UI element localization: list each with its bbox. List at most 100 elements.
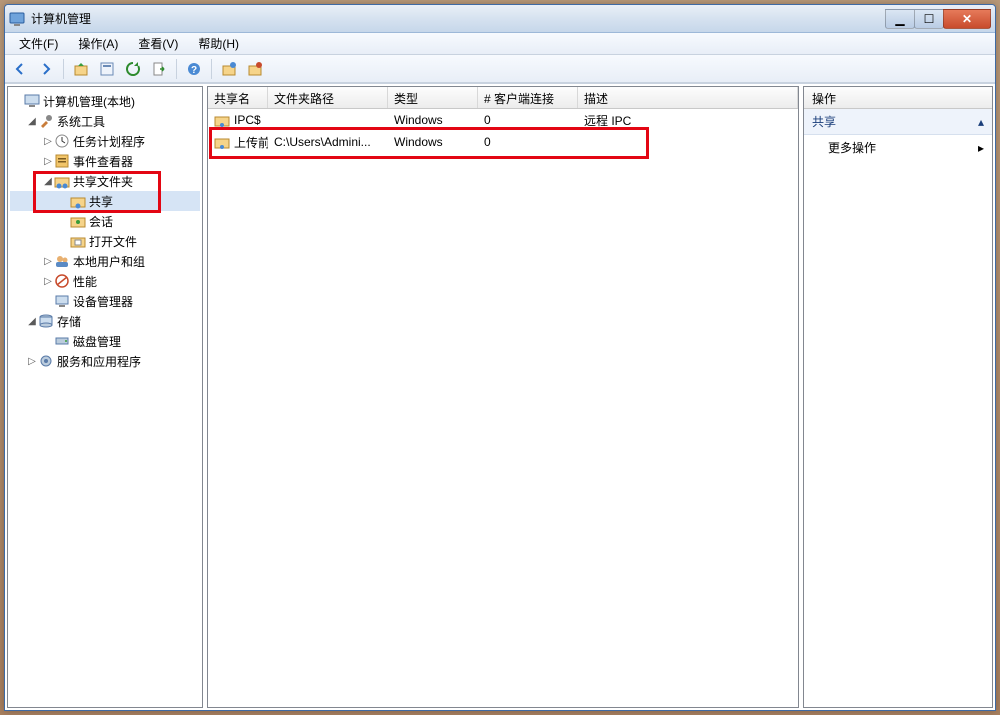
shared-folder-icon: [54, 173, 70, 189]
cell-folder-path: C:\Users\Admini...: [268, 132, 388, 152]
col-desc[interactable]: 描述: [578, 87, 798, 108]
export-button[interactable]: [148, 58, 170, 80]
cell-desc: 远程 IPC: [578, 109, 798, 132]
twisty-closed-icon[interactable]: ▷: [42, 156, 54, 167]
share-item-icon: [214, 134, 230, 150]
cell-type: Windows: [388, 110, 478, 130]
twisty-closed-icon[interactable]: ▷: [42, 136, 54, 147]
menu-file[interactable]: 文件(F): [11, 33, 66, 54]
back-button[interactable]: [9, 58, 31, 80]
tree-share[interactable]: 共享: [10, 191, 200, 211]
maximize-button[interactable]: [914, 9, 944, 29]
tree-local-users[interactable]: ▷ 本地用户和组: [10, 251, 200, 271]
content-body: 计算机管理(本地) ◢ 系统工具 ▷ 任务计划程序 ▷ 事件查看器: [5, 83, 995, 710]
tree-label: 任务计划程序: [73, 133, 145, 150]
menu-help[interactable]: 帮助(H): [190, 33, 247, 54]
col-type[interactable]: 类型: [388, 87, 478, 108]
tree-label: 本地用户和组: [73, 253, 145, 270]
tree-label: 性能: [73, 273, 97, 290]
new-share-button[interactable]: [218, 58, 240, 80]
tree-pane: 计算机管理(本地) ◢ 系统工具 ▷ 任务计划程序 ▷ 事件查看器: [7, 86, 203, 708]
console-tree[interactable]: 计算机管理(本地) ◢ 系统工具 ▷ 任务计划程序 ▷ 事件查看器: [8, 87, 202, 707]
services-icon: [38, 353, 54, 369]
tree-root[interactable]: 计算机管理(本地): [10, 91, 200, 111]
tree-label: 计算机管理(本地): [43, 93, 135, 110]
menu-view[interactable]: 查看(V): [130, 33, 186, 54]
cell-share-name: 上传前: [208, 131, 268, 154]
tree-disk-management[interactable]: 磁盘管理: [10, 331, 200, 351]
forward-button[interactable]: [35, 58, 57, 80]
window: 计算机管理 文件(F) 操作(A) 查看(V) 帮助(H) ?: [4, 4, 996, 711]
help-button[interactable]: ?: [183, 58, 205, 80]
tree-services-apps[interactable]: ▷ 服务和应用程序: [10, 351, 200, 371]
list-row[interactable]: 上传前 C:\Users\Admini... Windows 0: [208, 131, 798, 153]
twisty-closed-icon[interactable]: ▷: [26, 356, 38, 367]
actions-group-header[interactable]: 共享 ▴: [804, 109, 992, 135]
stop-share-button[interactable]: [244, 58, 266, 80]
tree-shared-folders[interactable]: ◢ 共享文件夹: [10, 171, 200, 191]
tools-icon: [38, 113, 54, 129]
tree-label: 共享: [89, 193, 113, 210]
computer-icon: [24, 93, 40, 109]
performance-icon: [54, 273, 70, 289]
tree-task-scheduler[interactable]: ▷ 任务计划程序: [10, 131, 200, 151]
tree-system-tools[interactable]: ◢ 系统工具: [10, 111, 200, 131]
cell-clients: 0: [478, 132, 578, 152]
col-folder-path[interactable]: 文件夹路径: [268, 87, 388, 108]
cell-share-name: IPC$: [208, 109, 268, 131]
users-icon: [54, 253, 70, 269]
tree-label: 系统工具: [57, 113, 105, 130]
toolbar: ?: [5, 55, 995, 83]
cell-desc: [578, 139, 798, 145]
twisty-closed-icon[interactable]: ▷: [42, 276, 54, 287]
disk-icon: [54, 333, 70, 349]
tree-open-files[interactable]: 打开文件: [10, 231, 200, 251]
tree-label: 共享文件夹: [73, 173, 133, 190]
clock-icon: [54, 133, 70, 149]
refresh-button[interactable]: [122, 58, 144, 80]
toolbar-separator: [63, 59, 64, 79]
up-button[interactable]: [70, 58, 92, 80]
tree-event-viewer[interactable]: ▷ 事件查看器: [10, 151, 200, 171]
storage-icon: [38, 313, 54, 329]
list-header: 共享名 文件夹路径 类型 # 客户端连接 描述: [208, 87, 798, 109]
device-manager-icon: [54, 293, 70, 309]
list-row[interactable]: IPC$ Windows 0 远程 IPC: [208, 109, 798, 131]
twisty-open-icon[interactable]: ◢: [42, 176, 54, 187]
tree-label: 打开文件: [89, 233, 137, 250]
tree-label: 会话: [89, 213, 113, 230]
tree-performance[interactable]: ▷ 性能: [10, 271, 200, 291]
properties-button[interactable]: [96, 58, 118, 80]
twisty-closed-icon[interactable]: ▷: [42, 256, 54, 267]
twisty-open-icon[interactable]: ◢: [26, 316, 38, 327]
cell-folder-path: [268, 117, 388, 123]
tree-label: 存储: [57, 313, 81, 330]
tree-device-manager[interactable]: 设备管理器: [10, 291, 200, 311]
close-button[interactable]: [943, 9, 991, 29]
cell-clients: 0: [478, 110, 578, 130]
list-pane: 共享名 文件夹路径 类型 # 客户端连接 描述 IPC$ Windows 0 远…: [207, 86, 799, 708]
share-icon: [70, 193, 86, 209]
titlebar[interactable]: 计算机管理: [5, 5, 995, 33]
twisty-open-icon[interactable]: ◢: [26, 116, 38, 127]
minimize-button[interactable]: [885, 9, 915, 29]
event-log-icon: [54, 153, 70, 169]
tree-label: 设备管理器: [73, 293, 133, 310]
actions-pane-header: 操作: [804, 87, 992, 109]
toolbar-separator-2: [176, 59, 177, 79]
list-body[interactable]: IPC$ Windows 0 远程 IPC 上传前 C:\Users\Admin…: [208, 109, 798, 707]
tree-label: 磁盘管理: [73, 333, 121, 350]
sessions-icon: [70, 213, 86, 229]
actions-more[interactable]: 更多操作 ▸: [804, 135, 992, 160]
col-share-name[interactable]: 共享名: [208, 87, 268, 108]
menu-action[interactable]: 操作(A): [70, 33, 126, 54]
window-controls: [886, 9, 991, 29]
svg-text:?: ?: [191, 65, 197, 76]
chevron-right-icon: ▸: [978, 141, 984, 155]
toolbar-separator-3: [211, 59, 212, 79]
col-clients[interactable]: # 客户端连接: [478, 87, 578, 108]
tree-label: 事件查看器: [73, 153, 133, 170]
tree-label: 服务和应用程序: [57, 353, 141, 370]
tree-storage[interactable]: ◢ 存储: [10, 311, 200, 331]
tree-sessions[interactable]: 会话: [10, 211, 200, 231]
